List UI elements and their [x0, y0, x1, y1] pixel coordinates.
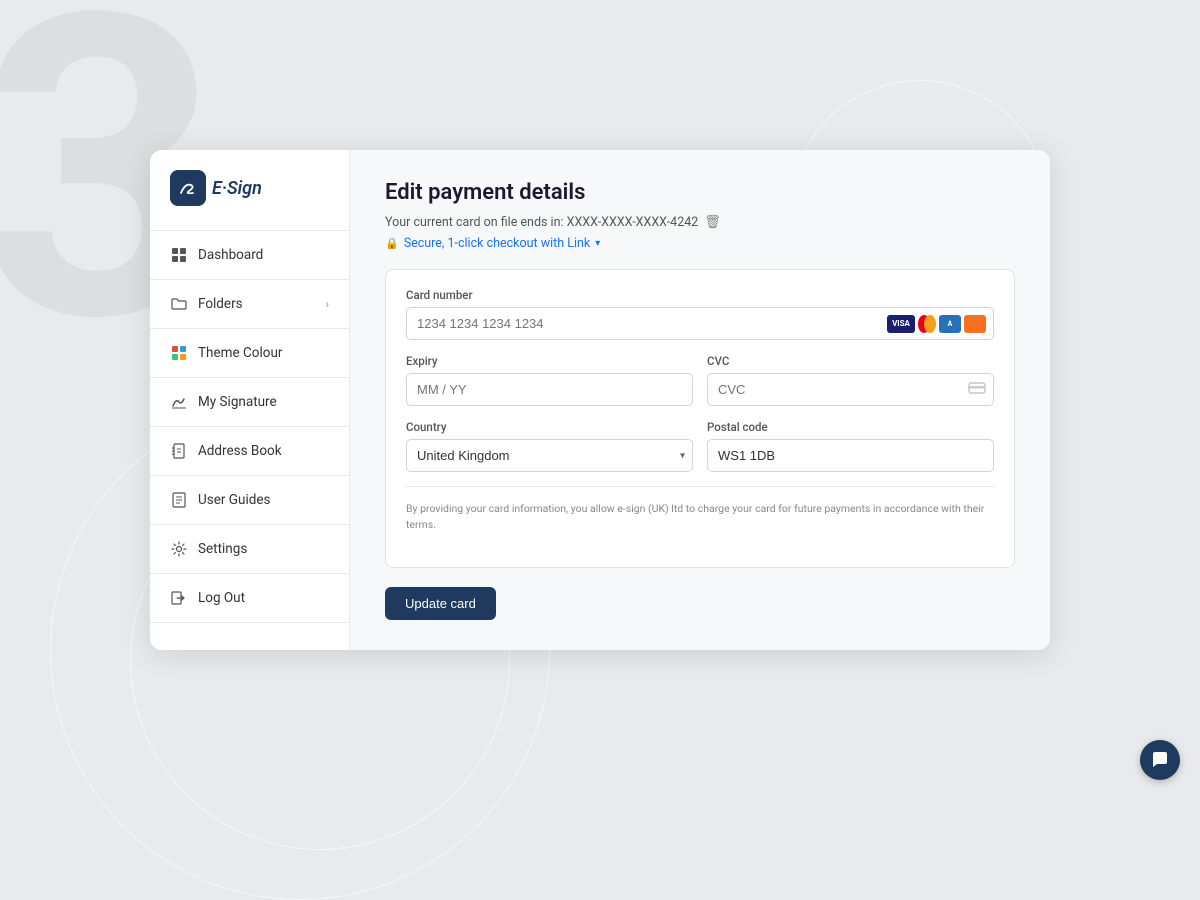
chat-button[interactable]	[1140, 740, 1180, 780]
main-content: Edit payment details Your current card o…	[350, 150, 1050, 650]
card-info-text: Your current card on file ends in: XXXX-…	[385, 215, 1015, 230]
cvc-label: CVC	[707, 354, 994, 368]
sidebar-item-label: My Signature	[198, 394, 277, 410]
expiry-label: Expiry	[406, 354, 693, 368]
logo-area: E·Sign	[150, 170, 349, 226]
card-number-field-wrapper: Card number VISA A	[406, 288, 994, 340]
consent-text: By providing your card information, you …	[406, 501, 994, 533]
nav-divider-4	[150, 426, 349, 427]
page-title: Edit payment details	[385, 180, 1015, 205]
folder-icon	[170, 295, 188, 313]
nav-divider-5	[150, 475, 349, 476]
postal-code-input[interactable]	[707, 439, 994, 472]
sidebar-item-label: Folders	[198, 296, 243, 312]
sidebar-item-log-out[interactable]: Log Out	[150, 578, 349, 618]
card-number-label: Card number	[406, 288, 994, 302]
form-divider	[406, 486, 994, 487]
postal-code-label: Postal code	[707, 420, 994, 434]
settings-icon	[170, 540, 188, 558]
cvc-card-icon	[968, 382, 986, 398]
amex-icon: A	[939, 315, 961, 333]
sidebar-item-label: Dashboard	[198, 247, 263, 263]
discover-icon	[964, 315, 986, 333]
cvc-input[interactable]	[707, 373, 994, 406]
sidebar-item-dashboard[interactable]: Dashboard	[150, 235, 349, 275]
main-card: E·Sign Dashboard Folders	[150, 150, 1050, 650]
sidebar-item-label: Address Book	[198, 443, 282, 459]
country-select-wrapper: United Kingdom United States Canada Aust…	[406, 439, 693, 472]
nav-divider-top	[150, 230, 349, 231]
country-col: Country United Kingdom United States Can…	[406, 420, 693, 472]
sidebar-item-folders[interactable]: Folders ›	[150, 284, 349, 324]
sidebar-item-user-guides[interactable]: User Guides	[150, 480, 349, 520]
logo-icon	[170, 170, 206, 206]
postal-code-col: Postal code	[707, 420, 994, 472]
sidebar-item-label: Log Out	[198, 590, 245, 606]
theme-icon	[170, 344, 188, 362]
chevron-down-icon: ▾	[595, 238, 600, 249]
sidebar-item-label: Settings	[198, 541, 247, 557]
country-label: Country	[406, 420, 693, 434]
nav-divider-2	[150, 328, 349, 329]
guide-icon	[170, 491, 188, 509]
lock-icon: 🔒	[385, 237, 399, 250]
nav-divider-3	[150, 377, 349, 378]
mastercard-icon	[918, 315, 936, 333]
country-select[interactable]: United Kingdom United States Canada Aust…	[406, 439, 693, 472]
sidebar-item-address-book[interactable]: Address Book	[150, 431, 349, 471]
logo-text: E·Sign	[212, 178, 262, 199]
sidebar-item-theme-colour[interactable]: Theme Colour	[150, 333, 349, 373]
grid-icon	[170, 246, 188, 264]
sidebar-item-my-signature[interactable]: My Signature	[150, 382, 349, 422]
country-postal-row: Country United Kingdom United States Can…	[406, 420, 994, 472]
signature-icon	[170, 393, 188, 411]
card-brand-icons: VISA A	[887, 315, 986, 333]
expiry-col: Expiry	[406, 354, 693, 406]
nav-divider-6	[150, 524, 349, 525]
nav-divider-8	[150, 622, 349, 623]
expiry-cvc-row: Expiry CVC	[406, 354, 994, 406]
addressbook-icon	[170, 442, 188, 460]
logout-icon	[170, 589, 188, 607]
nav-divider-7	[150, 573, 349, 574]
sidebar-item-label: User Guides	[198, 492, 270, 508]
sidebar-item-settings[interactable]: Settings	[150, 529, 349, 569]
expiry-input[interactable]	[406, 373, 693, 406]
nav-divider-1	[150, 279, 349, 280]
secure-link-text: Secure, 1-click checkout with Link	[404, 236, 591, 251]
cvc-wrapper	[707, 373, 994, 406]
visa-icon: VISA	[887, 315, 915, 333]
secure-link[interactable]: 🔒 Secure, 1-click checkout with Link ▾	[385, 236, 1015, 251]
sidebar-item-label: Theme Colour	[198, 345, 282, 361]
trash-icon[interactable]: 🗑	[704, 215, 721, 230]
update-card-button[interactable]: Update card	[385, 587, 496, 620]
payment-form: Card number VISA A	[385, 269, 1015, 568]
cvc-col: CVC	[707, 354, 994, 406]
sidebar: E·Sign Dashboard Folders	[150, 150, 350, 650]
card-info-label: Your current card on file ends in: XXXX-…	[385, 215, 698, 230]
chevron-right-icon: ›	[325, 297, 329, 311]
